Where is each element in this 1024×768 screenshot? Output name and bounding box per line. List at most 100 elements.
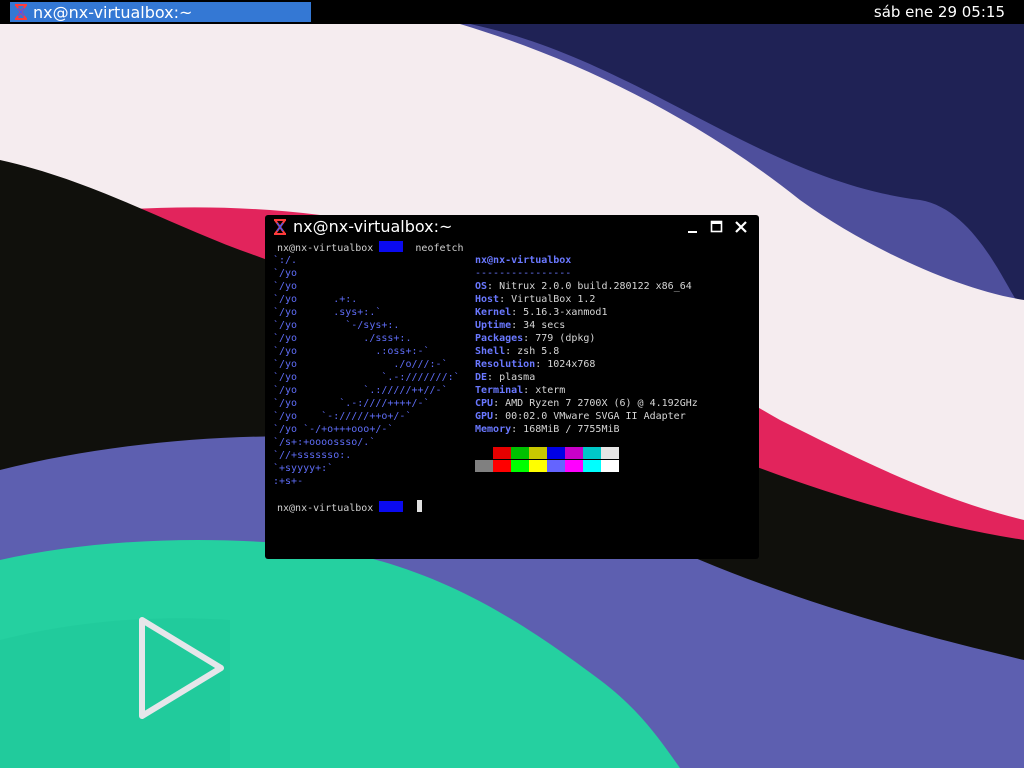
info-value: xterm [535, 385, 566, 396]
info-key: CPU [475, 398, 494, 409]
prompt-line: nx@nx-virtualbox [277, 501, 404, 515]
info-key: Resolution [475, 359, 536, 370]
info-row: Resolution: 1024x768 [475, 358, 595, 371]
window-title: nx@nx-virtualbox:~ [293, 217, 453, 236]
info-colon: : [499, 294, 512, 305]
color-palette [475, 447, 619, 472]
color-swatch [475, 459, 493, 472]
info-key: OS [475, 281, 488, 292]
info-colon: : [493, 398, 506, 409]
ascii-art-line: `/yo `.-:///////:` [273, 372, 460, 383]
ascii-art-line: `/yo .:oss+:-` [273, 346, 430, 357]
info-value: 5.16.3-xanmod1 [523, 307, 608, 318]
color-swatch [511, 459, 529, 472]
info-value: 168MiB / 7755MiB [523, 424, 620, 435]
ascii-art-line: `:/. [273, 255, 298, 266]
info-colon: : [511, 307, 524, 318]
info-row: Uptime: 34 secs [475, 319, 565, 332]
minimize-icon[interactable] [685, 219, 701, 235]
info-row: Kernel: 5.16.3-xanmod1 [475, 306, 607, 319]
color-swatch [493, 447, 511, 459]
info-key: Terminal [475, 385, 524, 396]
color-swatch [583, 447, 601, 459]
ascii-art-line: `/yo `-://///++o+/-` [273, 411, 412, 422]
color-swatch [511, 447, 529, 459]
color-swatch [583, 459, 601, 472]
ascii-art-line: `//+sssssso:. [273, 450, 352, 461]
info-key: GPU [475, 411, 494, 422]
info-key: Shell [475, 346, 506, 357]
info-key: Packages [475, 333, 524, 344]
color-swatch [529, 447, 547, 459]
info-colon: : [511, 320, 524, 331]
terminal-content[interactable]: nx@nx-virtualbox neofetch `:/. `/yo `/yo `/… [265, 239, 759, 559]
prompt-segment [379, 501, 404, 512]
info-row: CPU: AMD Ryzen 7 2700X (6) @ 4.192GHz [475, 397, 698, 410]
ascii-art-line: `/yo `-/+o+++ooo+/-` [273, 424, 394, 435]
info-value: Nitrux 2.0.0 build.280122 x86_64 [499, 281, 692, 292]
ascii-art-line: `/s+:+oooossso/.` [273, 437, 376, 448]
nitrux-x-icon [274, 219, 286, 235]
info-colon: : [493, 411, 506, 422]
color-swatch [547, 447, 565, 459]
info-colon: : [487, 372, 500, 383]
info-row: Shell: zsh 5.8 [475, 345, 559, 358]
info-value: 34 secs [523, 320, 566, 331]
color-swatch [601, 459, 619, 472]
top-panel: nx@nx-virtualbox:~ sáb ene 29 05:15 [0, 0, 1024, 24]
taskbar-item-terminal[interactable]: nx@nx-virtualbox:~ [10, 2, 311, 22]
nitrux-x-icon [15, 4, 27, 20]
ascii-art-line: `/yo ./sss+:. [273, 333, 412, 344]
color-swatch [601, 447, 619, 459]
info-value: AMD Ryzen 7 2700X (6) @ 4.192GHz [505, 398, 698, 409]
clock[interactable]: sáb ene 29 05:15 [874, 2, 1005, 22]
close-icon[interactable] [733, 219, 749, 235]
ascii-art-line: `/yo [273, 281, 298, 292]
ascii-art-line: `/yo ./o///:-` [273, 359, 448, 370]
info-key: Uptime [475, 320, 512, 331]
command-line: nx@nx-virtualbox neofetch [277, 241, 464, 255]
window-titlebar[interactable]: nx@nx-virtualbox:~ [265, 215, 759, 239]
info-value: zsh 5.8 [517, 346, 560, 357]
command-text: neofetch [415, 243, 464, 254]
text-cursor [417, 500, 422, 512]
info-row: Memory: 168MiB / 7755MiB [475, 423, 620, 436]
color-swatch [493, 459, 511, 472]
ascii-art-line: `/yo `.-:////++++/-` [273, 398, 430, 409]
info-colon: : [535, 359, 548, 370]
info-colon: : [523, 333, 536, 344]
info-value: plasma [499, 372, 536, 383]
color-swatch [565, 447, 583, 459]
info-value: VirtualBox 1.2 [511, 294, 596, 305]
ascii-art-line: `+syyyy+:` [273, 463, 334, 474]
info-row: OS: Nitrux 2.0.0 build.280122 x86_64 [475, 280, 692, 293]
color-swatch [565, 459, 583, 472]
terminal-window[interactable]: nx@nx-virtualbox:~ nx@nx-virtualbox neof… [265, 215, 759, 559]
ascii-art-line: `/yo .sys+:.` [273, 307, 382, 318]
info-separator: ---------------- [475, 268, 572, 279]
ascii-art-line: `/yo .+:. [273, 294, 358, 305]
info-row: Terminal: xterm [475, 384, 565, 397]
info-key: Host [475, 294, 500, 305]
info-row: GPU: 00:02.0 VMware SVGA II Adapter [475, 410, 686, 423]
info-value: 1024x768 [547, 359, 596, 370]
info-value: 779 (dpkg) [535, 333, 596, 344]
prompt-segment [379, 241, 404, 252]
info-header: nx@nx-virtualbox [475, 255, 572, 266]
prompt-host: nx@nx-virtualbox [277, 503, 374, 514]
info-key: DE [475, 372, 488, 383]
info-value: 00:02.0 VMware SVGA II Adapter [505, 411, 686, 422]
color-swatch [547, 459, 565, 472]
info-row: DE: plasma [475, 371, 535, 384]
ascii-art-line: `/yo `-/sys+:. [273, 320, 400, 331]
ascii-art-line: `/yo `.://///++//-` [273, 385, 448, 396]
info-colon: : [511, 424, 524, 435]
maximize-icon[interactable] [709, 219, 725, 235]
info-colon: : [487, 281, 500, 292]
ascii-art-line: `/yo [273, 268, 298, 279]
prompt-host: nx@nx-virtualbox [277, 243, 374, 254]
info-key: Kernel [475, 307, 512, 318]
info-colon: : [523, 385, 536, 396]
taskbar-item-label: nx@nx-virtualbox:~ [33, 2, 193, 22]
info-row: Host: VirtualBox 1.2 [475, 293, 595, 306]
